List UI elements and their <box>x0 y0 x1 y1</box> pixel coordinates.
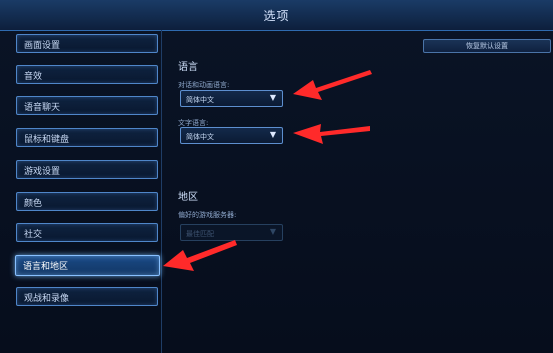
arrow-annotation-dialog <box>293 70 372 100</box>
options-window: 选项 画面设置 音效 语音聊天 鼠标和键盘 游戏设置 颜色 社交 语言和地区 观… <box>0 0 553 353</box>
annotation-arrows <box>163 70 372 271</box>
arrow-annotation-sidebar <box>163 240 237 271</box>
arrow-annotation-text <box>293 124 370 144</box>
